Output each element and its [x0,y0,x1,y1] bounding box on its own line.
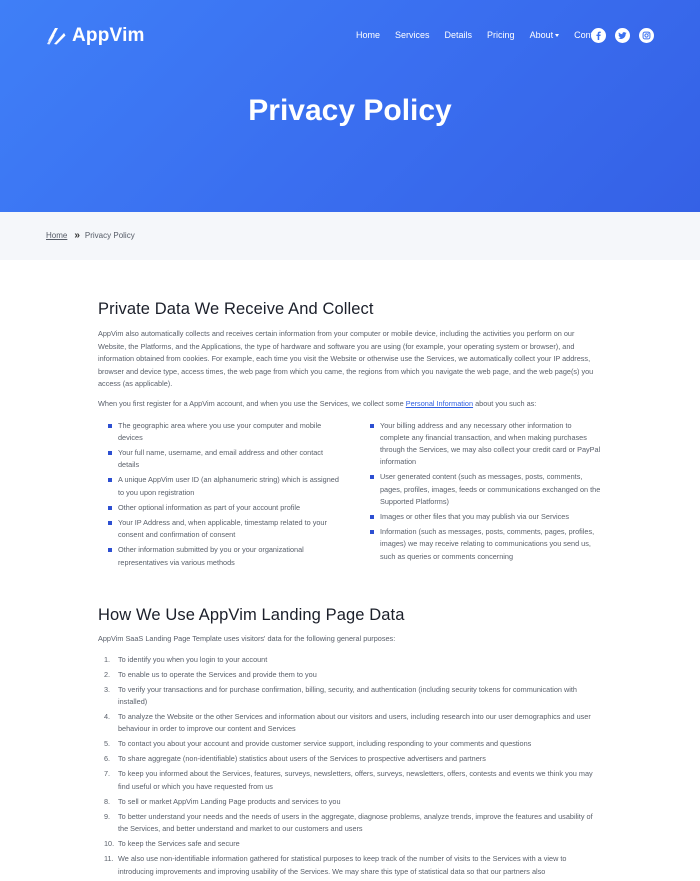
nav-pricing[interactable]: Pricing [487,30,515,40]
nav-details[interactable]: Details [445,30,473,40]
list-item: Other information submitted by you or yo… [98,544,340,568]
list-text: To analyze the Website or the other Serv… [118,712,591,734]
list-item: User generated content (such as messages… [360,471,602,508]
list-item: Images or other files that you may publi… [360,511,602,523]
list-number: 5. [104,739,111,749]
breadcrumb-bar: Home » Privacy Policy [0,212,700,260]
list-text: To enable us to operate the Services and… [118,669,317,679]
chevron-down-icon [555,33,560,37]
section-paragraph: When you first register for a AppVim acc… [98,398,602,411]
list-item: 8. To sell or market AppVim Landing Page … [98,796,602,808]
list-text: To share aggregate (non-identifiable) st… [118,754,486,764]
appvim-logo-icon [47,28,66,45]
list-item: 10. To keep the Services safe and secure [98,838,602,850]
facebook-icon [596,31,601,40]
double-chevron-right-icon: » [74,229,80,241]
list-item: The geographic area where you use your c… [98,420,340,444]
personal-information-link[interactable]: Personal Information [406,399,473,408]
nav-home[interactable]: Home [356,30,380,40]
list-item: Other optional information as part of yo… [98,502,340,514]
list-item: 11. We also use non-identifiable informat… [98,853,602,878]
list-item: 3. To verify your transactions and for pu… [98,684,602,709]
collected-data-columns: The geographic area where you use your c… [98,420,602,572]
section-private-data: Private Data We Receive And Collect AppV… [98,300,602,572]
paragraph-text: about you such as: [473,398,537,408]
social-links [591,28,654,43]
list-number: 10. [104,839,115,849]
nav-about-label: About [529,30,554,40]
brand-logo-link[interactable]: AppVim [44,24,145,48]
list-item: 9. To better understand your needs and th… [98,811,602,836]
list-item: 2. To enable us to operate the Services a… [98,669,602,681]
list-number: 2. [104,669,111,679]
list-number: 11. [104,854,114,864]
list-text: To keep the Services safe and secure [118,839,240,849]
breadcrumb: Home » Privacy Policy [46,229,135,241]
breadcrumb-current: Privacy Policy [84,231,135,240]
main-nav: Home Services Details Pricing About Cont… [356,30,620,40]
usage-list: 1. To identify you when you login to your… [98,654,602,878]
collected-data-list-right: Your billing address and any necessary o… [360,420,602,572]
list-item: 7. To keep you informed about the Service… [98,768,602,793]
list-text: To keep you informed about the Services,… [118,769,593,791]
list-number: 1. [104,654,111,664]
section-data-usage: How We Use AppVim Landing Page Data AppV… [98,606,602,881]
list-item: A unique AppVim user ID (an alphanumeric… [98,474,340,498]
twitter-link[interactable] [615,28,630,43]
list-number: 6. [104,754,111,764]
list-text: To identify you when you login to your a… [118,654,268,664]
list-number: 9. [104,811,111,821]
paragraph-text: When you first register for a AppVim acc… [98,398,406,408]
list-number: 4. [104,712,111,721]
list-item: 5. To contact you about your account and … [98,738,602,750]
list-item: Your billing address and any necessary o… [360,420,602,469]
list-text: To contact you about your account and pr… [118,739,532,749]
list-item: Information (such as messages, posts, co… [360,526,602,563]
nav-about-dropdown[interactable]: About [530,30,560,40]
list-text: To verify your transactions and for purc… [118,684,577,706]
list-text: To better understand your needs and the … [118,811,593,834]
list-item: 6. To share aggregate (non-identifiable) … [98,753,602,765]
list-item: 1. To identify you when you login to your… [98,654,602,666]
list-item: Your IP Address and, when applicable, ti… [98,517,340,541]
list-number: 7. [104,769,111,779]
twitter-icon [618,32,627,40]
instagram-link[interactable] [639,28,654,43]
hero-header: AppVim Home Services Details Pricing Abo… [0,0,700,212]
list-text: We also use non-identifiable information… [118,854,567,876]
list-number: 8. [104,796,111,806]
list-item: Your full name, username, and email addr… [98,447,340,471]
list-number: 3. [104,684,111,694]
list-text: To sell or market AppVim Landing Page pr… [118,796,341,806]
section-intro: AppVim SaaS Landing Page Template uses v… [98,634,396,643]
facebook-link[interactable] [591,28,606,43]
collected-data-list-left: The geographic area where you use your c… [98,420,340,572]
instagram-icon [642,31,651,40]
brand-name: AppVim [72,25,145,46]
section-paragraph: AppVim also automatically collects and r… [98,329,594,389]
breadcrumb-home-link[interactable]: Home [46,231,67,240]
list-item: 4. To analyze the Website or the other Se… [98,711,602,736]
section-heading: Private Data We Receive And Collect [98,300,374,318]
section-heading: How We Use AppVim Landing Page Data [98,606,405,624]
nav-services[interactable]: Services [395,30,430,40]
page-title: Privacy Policy [248,94,452,127]
